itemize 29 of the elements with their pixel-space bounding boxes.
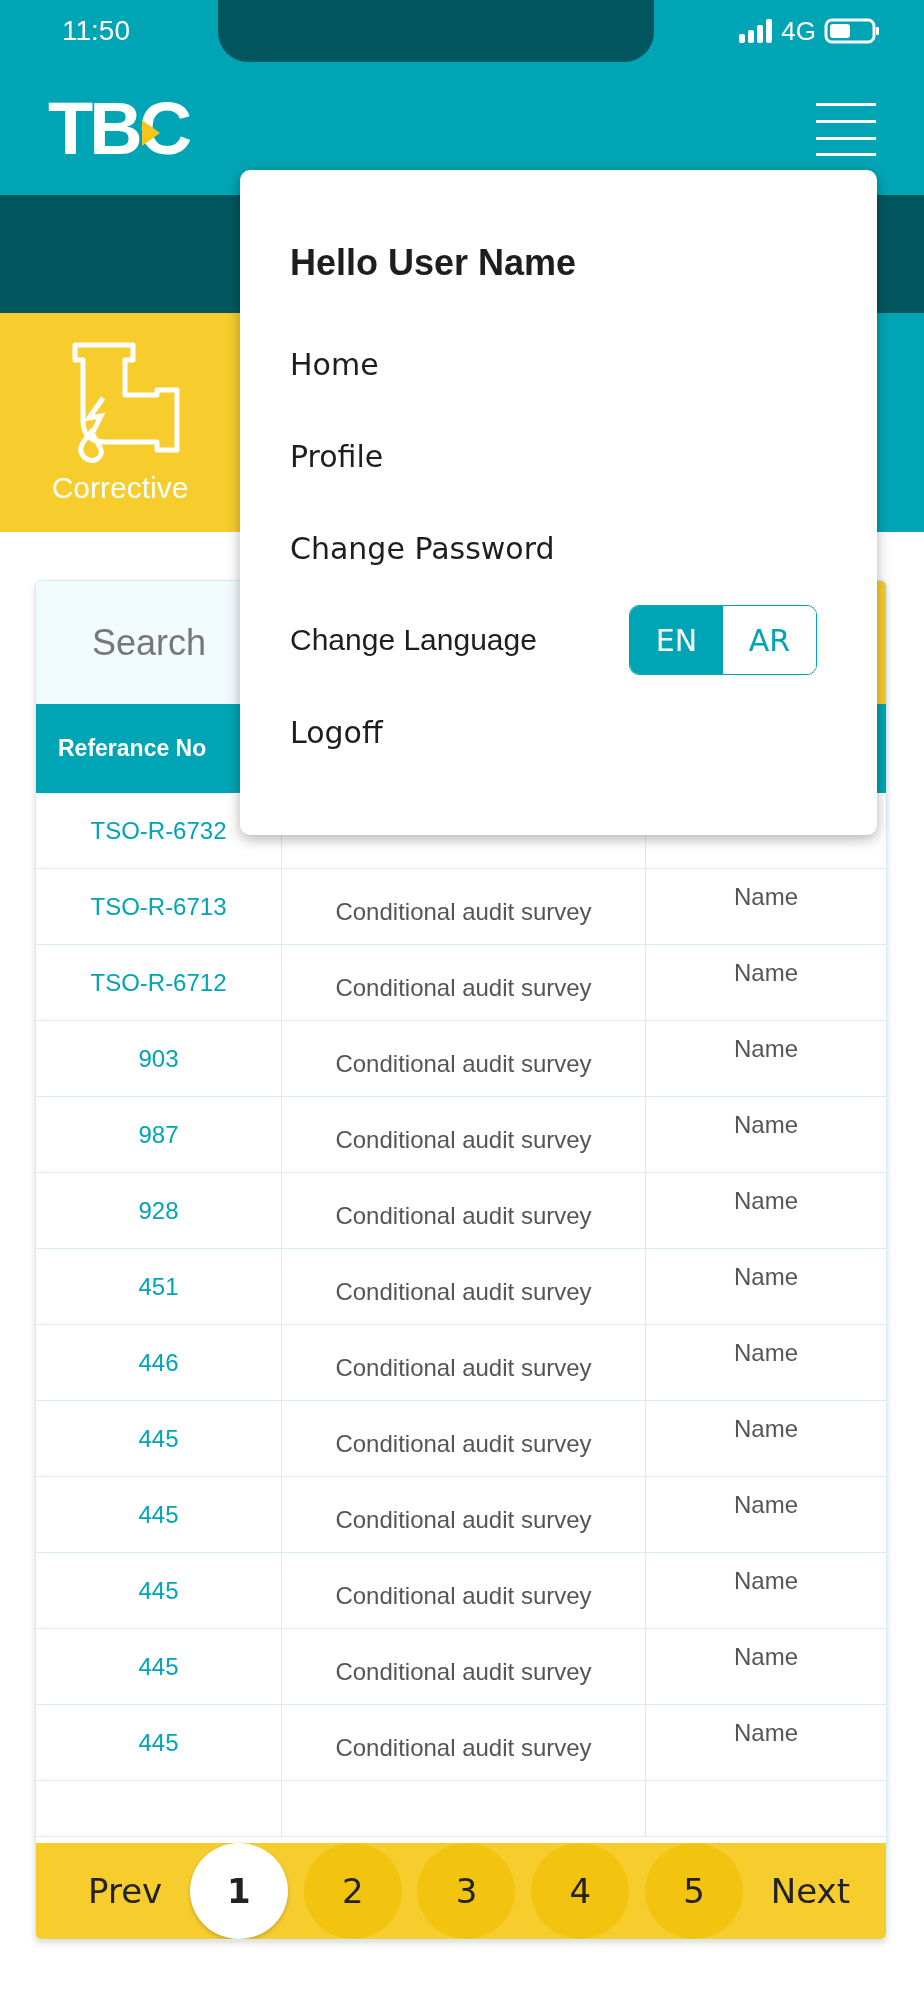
table-cell: Conditional audit survey [335,1657,592,1686]
table-cell: Conditional audit survey [335,897,592,926]
table-cell: Conditional audit survey [335,1049,592,1078]
menu-greeting: Hello User Name [290,242,578,284]
table-cell: Name [734,1719,798,1747]
table-cell: Name [734,1035,798,1063]
table-cell: Conditional audit survey [335,973,592,1002]
table-cell: Name [734,883,798,911]
table-cell: Conditional audit survey [335,1429,592,1458]
menu-item-label: Change Language [290,623,537,657]
table-cell: Conditional audit survey [335,1277,592,1306]
table-cell: Conditional audit survey [335,1201,592,1230]
table-cell: Conditional audit survey [335,1581,592,1610]
table-cell: Name [734,1187,798,1215]
table-cell: Conditional audit survey [335,1505,592,1534]
table-cell: Name [734,1415,798,1443]
table-cell: Name [734,1643,798,1671]
table-cell: Conditional audit survey [335,1125,592,1154]
table-cell: Conditional audit survey [335,1353,592,1382]
table-cell: Name [734,1111,798,1139]
table-cell: Name [734,1491,798,1519]
network-type: 4G [781,15,816,47]
table-cell: Name [734,1567,798,1595]
column-header: Referance No [58,735,207,762]
status-time: 11:50 [62,15,130,47]
table-cell: Name [734,1339,798,1367]
table-cell: Name [734,959,798,987]
table-cell: Name [734,1263,798,1291]
table-cell: Conditional audit survey [335,1733,592,1762]
